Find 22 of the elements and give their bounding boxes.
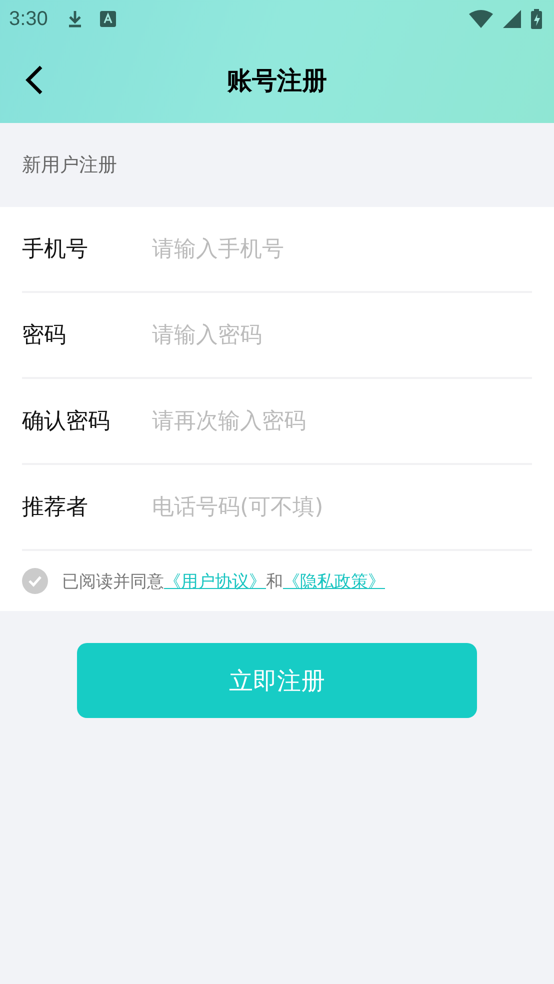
font-icon: [100, 11, 116, 27]
agreement-text: 已阅读并同意《用户协议》和《隐私政策》: [62, 570, 385, 592]
field-label: 密码: [22, 322, 67, 350]
field-label: 确认密码: [22, 408, 111, 436]
field-label: 手机号: [22, 236, 89, 264]
privacy-policy-link[interactable]: 《隐私政策》: [283, 572, 385, 592]
agree-checkbox[interactable]: [22, 568, 48, 594]
input-field[interactable]: 请输入手机号: [152, 236, 532, 262]
status-time: 3:30: [9, 8, 48, 30]
battery-icon: [531, 9, 542, 29]
input-field[interactable]: 电话号码(可不填): [152, 494, 532, 520]
signal-icon: [503, 10, 521, 28]
chevron-left-icon: [24, 64, 44, 96]
field-label: 推荐者: [22, 494, 89, 522]
register-button[interactable]: 立即注册: [77, 643, 477, 718]
user-agreement-link[interactable]: 《用户协议》: [164, 572, 266, 592]
input-field[interactable]: 请再次输入密码: [152, 408, 532, 434]
section-label: 新用户注册: [21, 153, 118, 178]
wifi-icon: [469, 10, 493, 28]
check-icon: [28, 575, 42, 587]
page-title: 账号注册: [227, 65, 327, 97]
input-field[interactable]: 请输入密码: [152, 322, 532, 348]
